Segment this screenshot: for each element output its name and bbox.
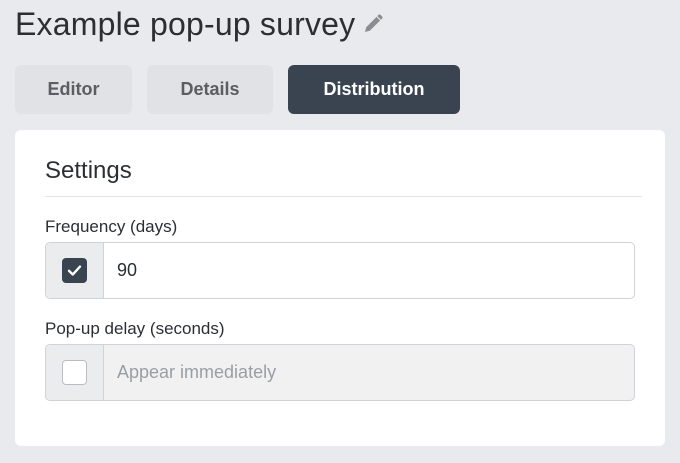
tab-bar: Editor Details Distribution	[15, 65, 460, 114]
popup-delay-label: Pop-up delay (seconds)	[45, 319, 225, 338]
settings-panel: Settings Frequency (days) Pop-up delay (…	[15, 130, 665, 446]
frequency-checkbox[interactable]	[62, 258, 87, 283]
frequency-field-group	[45, 242, 635, 299]
tab-distribution[interactable]: Distribution	[288, 65, 460, 114]
popup-delay-field-group	[45, 344, 635, 401]
tab-details[interactable]: Details	[147, 65, 273, 114]
frequency-input[interactable]	[104, 243, 634, 298]
checkmark-icon	[67, 265, 82, 276]
popup-delay-input[interactable]	[104, 345, 634, 400]
settings-heading: Settings	[45, 157, 132, 184]
frequency-label: Frequency (days)	[45, 217, 178, 236]
popup-delay-checkbox[interactable]	[62, 360, 87, 385]
popup-delay-checkbox-addon	[46, 345, 104, 400]
settings-divider	[45, 196, 642, 197]
pencil-icon[interactable]	[362, 13, 384, 35]
page-header: Example pop-up survey	[15, 4, 384, 44]
tab-editor[interactable]: Editor	[15, 65, 132, 114]
page-title: Example pop-up survey	[15, 5, 356, 42]
frequency-checkbox-addon	[46, 243, 104, 298]
